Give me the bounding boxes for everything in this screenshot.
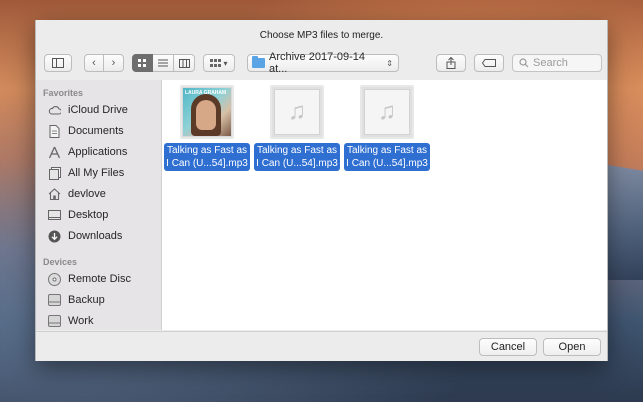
arrange-grid-icon — [210, 58, 222, 67]
desktop-icon — [48, 209, 61, 222]
tags-button[interactable] — [474, 54, 504, 72]
file-name-label: Talking as Fast as I Can (U...54].mp3 — [254, 143, 340, 171]
chevron-down-icon: ▾ — [223, 58, 228, 68]
updown-chevron-icon: ⇕ — [386, 58, 393, 68]
file-name-line-2: I Can (U...54].mp3 — [256, 158, 338, 169]
path-label: Archive 2017-09-14 at... — [268, 51, 365, 75]
music-note-icon: ♫ — [378, 98, 396, 125]
file-name-line-2: I Can (U...54].mp3 — [346, 158, 428, 169]
file-name-line-2: I Can (U...54].mp3 — [166, 158, 248, 169]
sidebar-item-label: Work — [68, 315, 94, 327]
file-name-label: Talking as Fast as I Can (U...54].mp3 — [164, 143, 250, 171]
sidebar-item-work[interactable]: Work — [48, 311, 158, 331]
back-button[interactable]: ‹ — [84, 54, 104, 72]
document-icon — [48, 124, 61, 138]
arrange-button[interactable]: ▾ — [203, 54, 235, 72]
file-name-line-1: Talking as Fast as — [346, 145, 428, 156]
drive-icon — [48, 315, 61, 328]
sidebar: Favorites iCloud Drive Documents Applica… — [36, 80, 162, 330]
file-item[interactable]: LAURA GRAHAM Talking as Fast as I Can (U… — [164, 85, 250, 175]
dialog-footer: Cancel Open — [36, 331, 607, 361]
music-file-thumbnail: ♫ — [270, 85, 324, 139]
icon-view-button[interactable] — [132, 54, 153, 72]
sidebar-item-label: iCloud Drive — [68, 104, 128, 116]
grid-icon — [138, 58, 146, 67]
file-name-line-1: Talking as Fast as — [256, 145, 338, 156]
sidebar-item-desktop[interactable]: Desktop — [48, 205, 158, 225]
applications-icon — [48, 146, 61, 159]
search-icon — [519, 58, 529, 68]
home-icon — [48, 188, 61, 201]
search-placeholder: Search — [533, 57, 568, 69]
file-item[interactable]: ♫ Talking as Fast as I Can (U...54].mp3 — [344, 85, 430, 175]
sidebar-item-label: Downloads — [68, 230, 123, 242]
folder-icon — [252, 56, 265, 68]
dialog-title: Choose MP3 files to merge. — [259, 30, 384, 41]
columns-icon — [178, 58, 190, 68]
sidebar-item-label: devlove — [68, 188, 106, 200]
search-field[interactable]: Search — [512, 54, 602, 72]
sidebar-item-documents[interactable]: Documents — [48, 121, 158, 141]
sidebar-item-label: Documents — [68, 125, 124, 137]
music-note-icon: ♫ — [288, 98, 306, 125]
music-file-thumbnail: ♫ — [360, 85, 414, 139]
sidebar-item-label: Remote Disc — [68, 273, 131, 285]
sidebar-item-label: Desktop — [68, 209, 109, 221]
sidebar-toggle-button[interactable] — [44, 54, 72, 72]
sidebar-item-downloads[interactable]: Downloads — [48, 226, 158, 246]
drive-icon — [48, 294, 61, 307]
open-button[interactable]: Open — [543, 338, 601, 356]
history-nav: ‹ › — [84, 54, 124, 72]
file-open-dialog: Choose MP3 files to merge. ‹ › ▾ Archive… — [35, 20, 608, 361]
forward-button[interactable]: › — [104, 54, 124, 72]
sidebar-item-label: All My Files — [68, 167, 125, 179]
cover-text: LAURA GRAHAM — [185, 90, 227, 96]
tag-icon — [482, 59, 496, 67]
file-browser: LAURA GRAHAM Talking as Fast as I Can (U… — [162, 80, 607, 330]
album-cover-thumbnail: LAURA GRAHAM — [180, 85, 234, 139]
view-mode-control — [132, 54, 195, 72]
sidebar-item-backup[interactable]: Backup — [48, 290, 158, 310]
devices-header: Devices — [43, 257, 78, 267]
column-view-button[interactable] — [174, 54, 195, 72]
sidebar-item-remote-disc[interactable]: Remote Disc — [48, 269, 158, 289]
chevron-right-icon: › — [111, 57, 116, 69]
file-name-label: Talking as Fast as I Can (U...54].mp3 — [344, 143, 430, 171]
file-item[interactable]: ♫ Talking as Fast as I Can (U...54].mp3 — [254, 85, 340, 175]
chevron-left-icon: ‹ — [92, 57, 96, 69]
favorites-header: Favorites — [43, 88, 84, 98]
sidebar-toggle-icon — [52, 58, 64, 68]
share-button[interactable] — [436, 54, 466, 72]
sidebar-item-devlove[interactable]: devlove — [48, 184, 158, 204]
share-icon — [446, 57, 456, 69]
disc-icon — [48, 272, 61, 286]
file-name-line-1: Talking as Fast as — [166, 145, 248, 156]
sidebar-item-applications[interactable]: Applications — [48, 142, 158, 162]
list-icon — [158, 59, 168, 67]
path-popup[interactable]: Archive 2017-09-14 at... ⇕ — [247, 51, 399, 75]
list-view-button[interactable] — [153, 54, 174, 72]
sidebar-item-label: Applications — [68, 146, 128, 158]
all-files-icon — [48, 166, 61, 180]
sidebar-item-all-my-files[interactable]: All My Files — [48, 163, 158, 183]
cloud-icon — [48, 104, 61, 117]
toolbar: ‹ › ▾ Archive 2017-09-14 at... ⇕ Search — [36, 51, 607, 78]
sidebar-item-label: Backup — [68, 294, 105, 306]
sidebar-item-icloud-drive[interactable]: iCloud Drive — [48, 100, 158, 120]
download-icon — [48, 230, 61, 243]
cancel-button[interactable]: Cancel — [479, 338, 537, 356]
